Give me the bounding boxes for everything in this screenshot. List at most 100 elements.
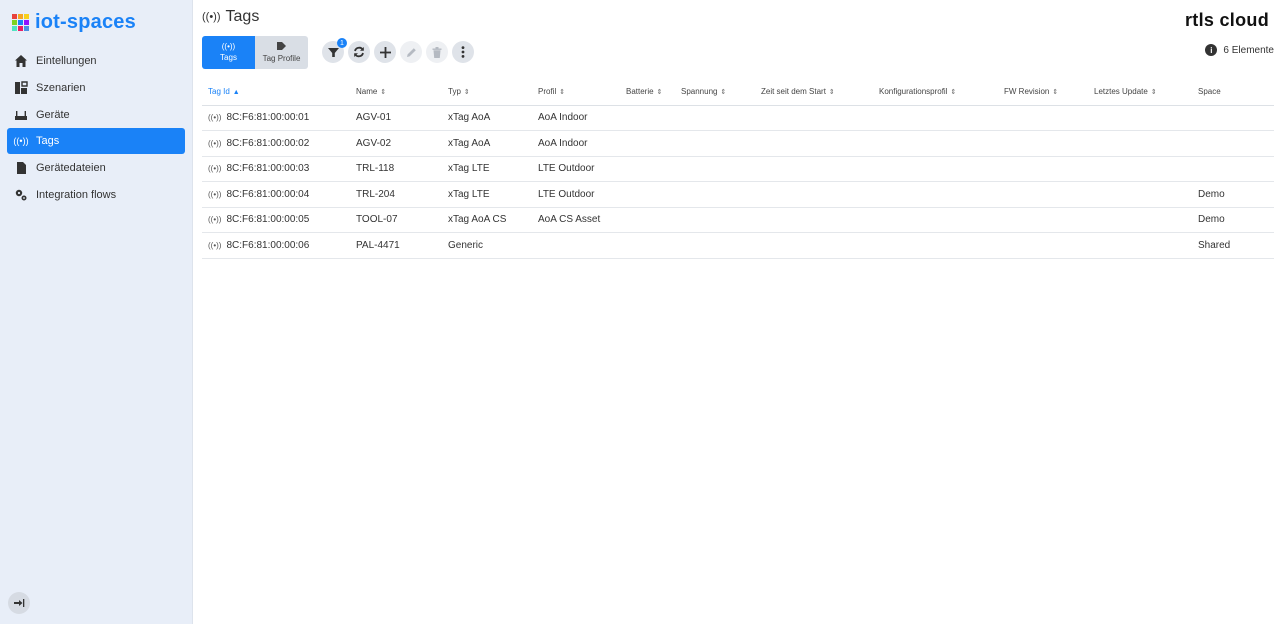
sort-icon: ⇕ xyxy=(950,89,957,97)
cell-update xyxy=(1088,232,1192,259)
column-header-space[interactable]: Space xyxy=(1192,79,1274,106)
cell-konfig xyxy=(873,156,998,182)
sidebar-item-integration-flows[interactable]: Integration flows xyxy=(7,182,185,208)
element-count-text: 6 Elemente xyxy=(1223,44,1274,56)
column-header-zeit-seit-start[interactable]: Zeit seit dem Start ⇕ xyxy=(755,79,873,106)
column-header-spannung[interactable]: Spannung ⇕ xyxy=(675,79,755,106)
sidebar-nav: Eintellungen Szenarien Geräte ((•)) Tags xyxy=(0,48,192,208)
brand[interactable]: iot-spaces xyxy=(0,0,192,44)
view-tabs: ((•)) Tags Tag Profile xyxy=(202,35,308,69)
cell-typ: Generic xyxy=(442,232,532,259)
sort-icon: ⇕ xyxy=(656,89,663,97)
tab-tags[interactable]: ((•)) Tags xyxy=(202,35,255,69)
cell-spannung xyxy=(675,105,755,131)
cell-fw xyxy=(998,232,1088,259)
sidebar-item-tags[interactable]: ((•)) Tags xyxy=(7,128,185,155)
cell-tag-id: ((•)) 8C:F6:81:00:00:02 xyxy=(202,130,350,157)
cell-zeit xyxy=(755,207,873,233)
column-header-typ[interactable]: Typ ⇕ xyxy=(442,79,532,106)
tags-table: Tag Id ▲ Name ⇕ Typ ⇕ Profil ⇕ Batterie ⇕ Spa… xyxy=(202,79,1274,259)
kebab-menu-icon xyxy=(461,46,465,58)
device-icon xyxy=(13,107,29,123)
main-content: ((•)) Tags rtls cloud ((•)) Tags Tag Pro… xyxy=(193,0,1280,624)
column-header-batterie[interactable]: Batterie ⇕ xyxy=(620,79,675,106)
plus-icon xyxy=(379,46,391,58)
tab-label: Tag Profile xyxy=(262,53,301,63)
table-row[interactable]: ((•)) 8C:F6:81:00:00:02 AGV-02 xTag AoA A… xyxy=(202,130,1274,157)
brand-name: iot-spaces xyxy=(35,10,136,33)
sort-icon: ⇕ xyxy=(380,89,387,97)
broadcast-icon: ((•)) xyxy=(221,42,236,51)
column-header-name[interactable]: Name ⇕ xyxy=(350,79,442,106)
cell-typ: xTag AoA xyxy=(442,130,532,157)
sort-icon: ⇕ xyxy=(1150,89,1157,97)
tags-icon xyxy=(276,41,287,52)
refresh-button[interactable] xyxy=(348,41,370,63)
sidebar-item-geraetedateien[interactable]: Gerätedateien xyxy=(7,155,185,181)
sidebar-item-label: Tags xyxy=(36,135,60,148)
edit-button[interactable] xyxy=(400,41,422,63)
cell-konfig xyxy=(873,105,998,131)
more-options-button[interactable] xyxy=(452,41,474,63)
cell-zeit xyxy=(755,130,873,157)
cell-spannung xyxy=(675,232,755,259)
table-row[interactable]: ((•)) 8C:F6:81:00:00:04 TRL-204 xTag LTE … xyxy=(202,181,1274,208)
sidebar-item-szenarien[interactable]: Szenarien xyxy=(7,75,185,101)
cell-spannung xyxy=(675,156,755,182)
broadcast-icon: ((•)) xyxy=(208,164,222,174)
cell-zeit xyxy=(755,156,873,182)
broadcast-icon: ((•)) xyxy=(208,138,222,148)
cell-typ: xTag LTE xyxy=(442,156,532,182)
cell-fw xyxy=(998,181,1088,208)
cell-typ: xTag AoA CS xyxy=(442,207,532,233)
sidebar-item-label: Geräte xyxy=(36,108,70,121)
sort-icon: ⇕ xyxy=(720,89,727,97)
rtls-cloud-logo: rtls cloud xyxy=(1184,10,1269,30)
table-row[interactable]: ((•)) 8C:F6:81:00:00:06 PAL-4471 Generic … xyxy=(202,232,1274,259)
sidebar-item-eintellungen[interactable]: Eintellungen xyxy=(7,48,185,74)
cell-spannung xyxy=(675,181,755,208)
cell-typ: xTag AoA xyxy=(442,105,532,131)
filter-button[interactable]: 1 xyxy=(322,38,347,63)
file-icon xyxy=(13,160,29,176)
delete-button[interactable] xyxy=(426,41,448,63)
table-row[interactable]: ((•)) 8C:F6:81:00:00:03 TRL-118 xTag LTE … xyxy=(202,156,1274,182)
cell-zeit xyxy=(755,181,873,208)
filter-badge: 1 xyxy=(337,38,347,48)
gears-icon xyxy=(13,187,29,203)
cell-spannung xyxy=(675,207,755,233)
cell-update xyxy=(1088,105,1192,131)
add-button[interactable] xyxy=(374,41,396,63)
cell-fw xyxy=(998,105,1088,131)
refresh-icon xyxy=(354,46,364,58)
page-header: ((•)) Tags xyxy=(202,0,1274,34)
cell-zeit xyxy=(755,105,873,131)
element-count: i 6 Elemente xyxy=(1205,44,1274,56)
cell-name: TRL-118 xyxy=(350,156,442,182)
cell-space xyxy=(1192,105,1274,131)
column-header-letztes-update[interactable]: Letztes Update ⇕ xyxy=(1088,79,1192,106)
column-header-tag-id[interactable]: Tag Id ▲ xyxy=(202,79,350,106)
broadcast-icon: ((•)) xyxy=(13,136,29,147)
broadcast-icon: ((•)) xyxy=(208,215,222,225)
column-header-profil[interactable]: Profil ⇕ xyxy=(532,79,620,106)
sort-icon: ⇕ xyxy=(463,89,470,97)
cell-batterie xyxy=(620,130,675,157)
logout-button[interactable] xyxy=(8,592,30,614)
broadcast-icon: ((•)) xyxy=(208,189,222,199)
tab-tag-profile[interactable]: Tag Profile xyxy=(255,35,308,69)
cell-profil: AoA CS Asset xyxy=(532,207,620,233)
broadcast-icon: ((•)) xyxy=(208,113,222,123)
broadcast-icon: ((•)) xyxy=(208,240,222,250)
table-row[interactable]: ((•)) 8C:F6:81:00:00:01 AGV-01 xTag AoA A… xyxy=(202,105,1274,131)
sidebar-item-geraete[interactable]: Geräte xyxy=(7,102,185,128)
scenario-icon xyxy=(13,80,29,96)
column-header-fw-revision[interactable]: FW Revision ⇕ xyxy=(998,79,1088,106)
column-header-konfigurationsprofil[interactable]: Konfigurationsprofil ⇕ xyxy=(873,79,998,106)
sidebar: iot-spaces Eintellungen Szenarien Geräte xyxy=(0,0,193,624)
sort-icon: ⇕ xyxy=(828,89,835,97)
table-row[interactable]: ((•)) 8C:F6:81:00:00:05 TOOL-07 xTag AoA … xyxy=(202,207,1274,233)
sidebar-item-label: Eintellungen xyxy=(36,55,97,67)
cell-tag-id: ((•)) 8C:F6:81:00:00:01 xyxy=(202,105,350,131)
cell-name: TOOL-07 xyxy=(350,207,442,233)
